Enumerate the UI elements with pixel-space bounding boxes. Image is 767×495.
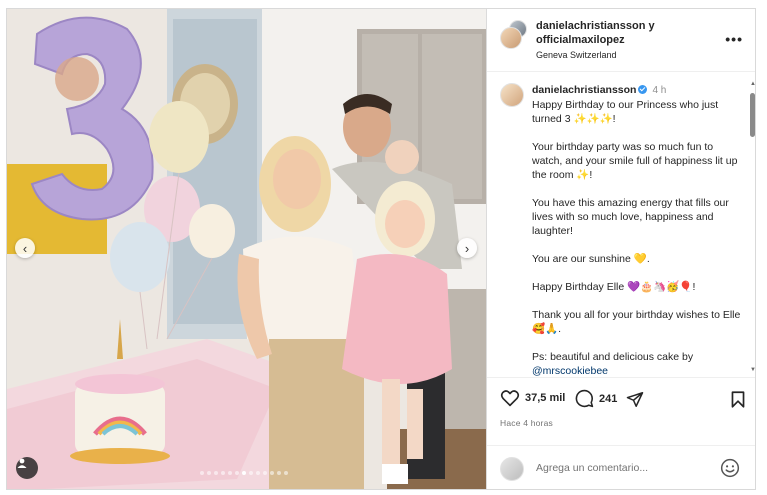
comment-button[interactable]: 241 — [575, 389, 617, 408]
mention-link[interactable]: @mrscookiebee — [532, 365, 608, 377]
carousel-dot — [200, 471, 204, 475]
post-authors[interactable]: danielachristiansson y officialmaxilopez — [536, 19, 716, 47]
carousel-dot — [235, 471, 239, 475]
caption-line: Happy Birthday to our Princess who just … — [532, 99, 719, 125]
caption-line: Thank you all for your birthday wishes t… — [532, 309, 741, 335]
carousel-dot — [263, 471, 267, 475]
carousel-dot — [214, 471, 218, 475]
avatar[interactable] — [500, 83, 524, 107]
more-options-icon[interactable]: ••• — [725, 31, 743, 47]
comment-count[interactable]: 241 — [599, 393, 617, 405]
chevron-right-icon: › — [464, 240, 470, 256]
scrollbar[interactable]: ▲ ▼ — [750, 81, 755, 373]
carousel-dot — [270, 471, 274, 475]
carousel-dot — [207, 471, 211, 475]
user-icon — [17, 458, 27, 468]
caption-line: Your birthday party was so much fun to w… — [532, 141, 738, 181]
post-location[interactable]: Geneva Switzerland — [536, 50, 617, 60]
scroll-down-icon[interactable]: ▼ — [750, 367, 755, 373]
caption-time[interactable]: 4 h — [652, 85, 666, 96]
comment-input[interactable] — [536, 459, 716, 477]
photo-illustration — [7, 9, 486, 489]
carousel-dot — [277, 471, 281, 475]
heart-icon — [500, 390, 520, 407]
post-side-panel: danielachristiansson y officialmaxilopez… — [486, 9, 755, 489]
add-comment-bar — [487, 445, 755, 489]
bookmark-icon — [731, 391, 745, 408]
like-button[interactable]: 37,5 mil — [500, 389, 565, 407]
verified-badge-icon — [638, 85, 648, 94]
carousel-dot — [242, 471, 246, 475]
comment-icon — [575, 389, 594, 408]
scroll-thumb[interactable] — [750, 93, 755, 137]
carousel-prev-button[interactable]: ‹ — [15, 238, 35, 258]
post-photo[interactable]: ‹ › — [7, 9, 486, 489]
save-button[interactable] — [731, 391, 745, 408]
carousel-next-button[interactable]: › — [457, 238, 477, 258]
share-button[interactable] — [626, 391, 644, 408]
caption-line: You are our sunshine 💛. — [532, 253, 650, 265]
chevron-left-icon: ‹ — [22, 240, 28, 256]
carousel-dot — [284, 471, 288, 475]
scroll-up-icon[interactable]: ▲ — [750, 81, 755, 87]
carousel-indicator — [200, 471, 288, 475]
caption-line: Happy Birthday Elle 💜🎂🦄🥳🎈! — [532, 281, 696, 293]
avatar[interactable] — [500, 27, 522, 49]
carousel-dot — [256, 471, 260, 475]
carousel-dot — [228, 471, 232, 475]
caption-scroll-area[interactable]: danielachristiansson 4 h Happy Birthday t… — [487, 73, 755, 378]
carousel-dot — [221, 471, 225, 475]
avatar — [500, 457, 524, 481]
caption-line: You have this amazing energy that fills … — [532, 197, 729, 237]
post-header: danielachristiansson y officialmaxilopez… — [487, 9, 755, 72]
emoji-icon[interactable] — [720, 458, 740, 478]
caption-username[interactable]: danielachristiansson — [532, 84, 636, 96]
instagram-post-modal: ‹ › danielachristiansson y officialmaxil… — [6, 8, 756, 490]
post-actions: 37,5 mil 241 — [487, 389, 755, 413]
post-timestamp[interactable]: Hace 4 horas — [500, 418, 553, 428]
caption: danielachristiansson 4 h Happy Birthday t… — [532, 83, 742, 377]
carousel-dot — [249, 471, 253, 475]
like-count[interactable]: 37,5 mil — [525, 392, 565, 404]
caption-line: Ps: beautiful and delicious cake by — [532, 351, 694, 363]
send-icon — [626, 392, 644, 407]
tagged-people-button[interactable] — [16, 457, 38, 479]
